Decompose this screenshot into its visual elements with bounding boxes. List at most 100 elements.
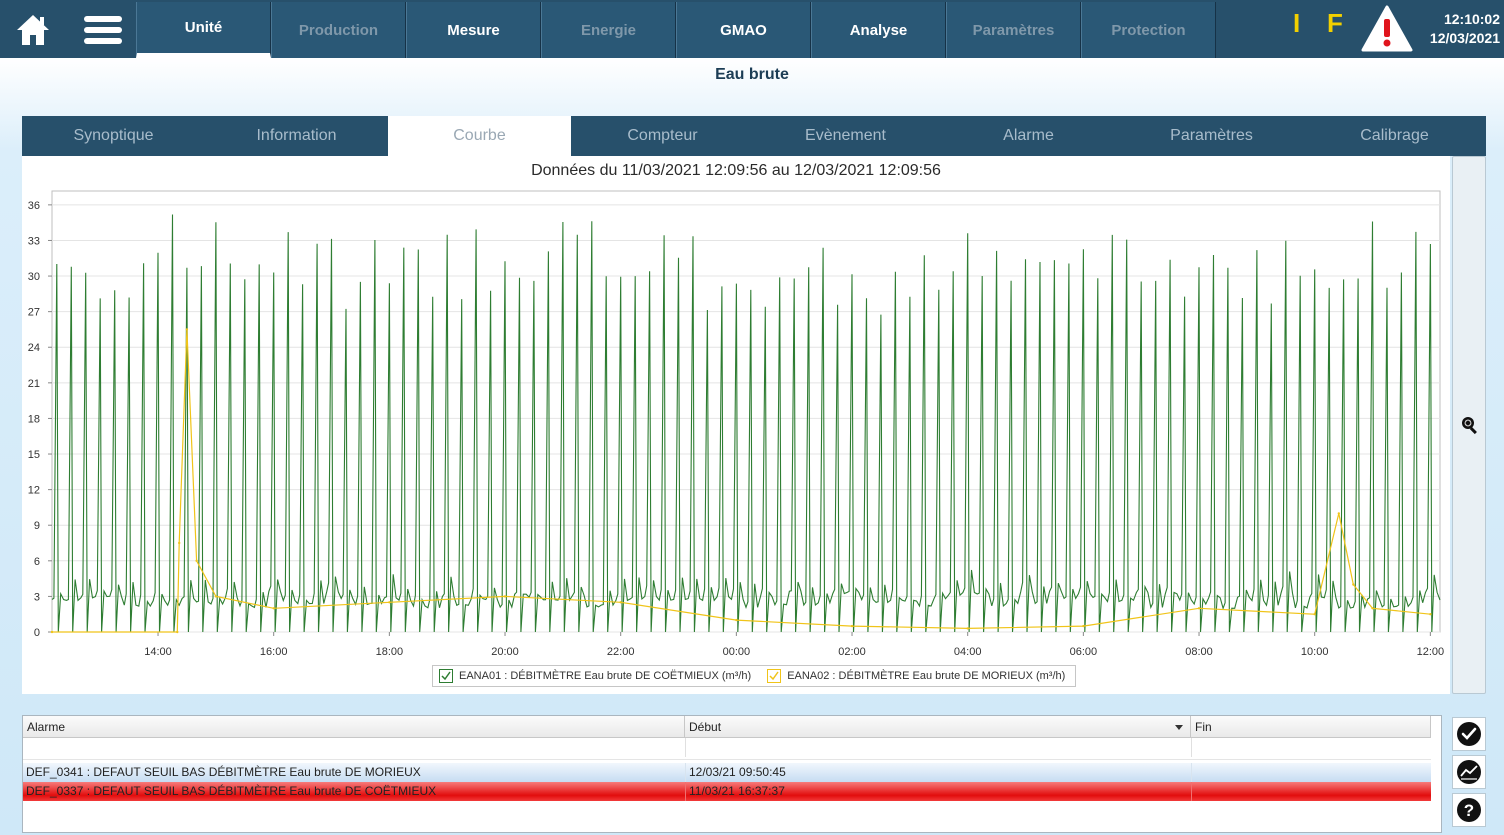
series-eana02-point (272, 607, 275, 610)
help-button[interactable]: ? (1452, 793, 1486, 827)
nav-mesure[interactable]: Mesure (406, 2, 541, 58)
debut-cell: 12/03/21 09:50:45 (685, 763, 1189, 782)
x-tick-label: 02:00 (838, 646, 866, 658)
series-eana02-point (388, 601, 391, 604)
series-eana02-point (50, 630, 54, 634)
column-header-debut-label: Début (689, 720, 722, 734)
alarm-cell: DEF_0341 : DEFAUT SEUIL BAS DÉBITMÈTRE E… (26, 765, 421, 779)
indicator-f: F (1327, 8, 1343, 38)
chart-legend: EANA01 : DÉBITMÈTRE Eau brute DE COËTMIE… (432, 665, 1077, 687)
y-tick-label: 0 (34, 627, 40, 639)
series-eana02-point (178, 541, 181, 545)
x-tick-label: 08:00 (1185, 646, 1213, 658)
menu-icon (84, 16, 122, 44)
help-icon: ? (1457, 798, 1481, 822)
x-tick-label: 06:00 (1070, 646, 1098, 658)
tab-information[interactable]: Information (205, 116, 388, 156)
x-tick-label: 18:00 (376, 646, 404, 658)
flow-chart: 036912151821242730333614:00 16:00 18:00 20:… (28, 190, 1444, 658)
legend-item-eana01[interactable]: EANA01 : DÉBITMÈTRE Eau brute DE COËTMIE… (433, 666, 761, 686)
chart-panel: 0 3 6 9 12 15 18 21 24 27 30 33 36 14:00 16:00 18:00 20:… (22, 156, 1450, 694)
tab-calibrage[interactable]: Calibrage (1303, 116, 1486, 156)
series-eana02-point (619, 601, 622, 604)
checkmark-icon (769, 671, 779, 681)
legend-checkbox-eana02[interactable] (767, 669, 782, 683)
y-tick-label: 33 (28, 235, 40, 247)
nav-protection[interactable]: Protection (1081, 2, 1216, 58)
y-tick-label: 30 (28, 271, 40, 283)
y-tick-label: 3 (34, 591, 40, 603)
legend-item-eana02[interactable]: EANA02 : DÉBITMÈTRE Eau brute DE MORIEUX… (761, 666, 1075, 686)
tab-bar: Synoptique Information Courbe Compteur Evène… (22, 116, 1486, 156)
debut-cell: 11/03/21 16:37:37 (685, 782, 1189, 801)
chart-side-panel (1452, 156, 1486, 694)
table-row[interactable]: DEF_0337 : DEFAUT SEUIL BAS DÉBITMÈTRE E… (23, 782, 1431, 801)
zoom-icon[interactable] (1460, 415, 1480, 435)
table-empty-row (23, 738, 1431, 760)
main-area: Eau brute Synoptique Information Courbe Com… (0, 58, 1504, 835)
tab-alarme[interactable]: Alarme (937, 116, 1120, 156)
x-tick-label: 16:00 (260, 646, 288, 658)
menu-button[interactable] (70, 2, 136, 58)
y-tick-label: 21 (28, 378, 40, 390)
table-row[interactable]: DEF_0341 : DEFAUT SEUIL BAS DÉBITMÈTRE E… (23, 763, 1431, 782)
x-tick-label: 10:00 (1301, 646, 1329, 658)
series-eana02-point (735, 618, 738, 622)
nav-gmao[interactable]: GMAO (676, 2, 811, 58)
nav-unite[interactable]: Unité (136, 2, 271, 58)
indicator-i: I (1293, 8, 1301, 38)
y-tick-label: 6 (34, 556, 40, 568)
y-tick-label: 24 (28, 342, 40, 354)
top-navigation-bar: Unité Production Mesure Energie GMAO Analyse P… (0, 0, 1504, 58)
tab-courbe[interactable]: Courbe (388, 116, 571, 156)
nav-energie[interactable]: Energie (541, 2, 676, 58)
tab-evenement[interactable]: Evènement (754, 116, 937, 156)
chart-icon (1457, 760, 1481, 784)
series-eana02-point (1082, 624, 1085, 628)
series-eana02-point (1337, 512, 1341, 515)
tab-parametres[interactable]: Paramètres (1120, 116, 1303, 156)
series-eana02-point (214, 595, 218, 598)
legend-label-eana01: EANA01 : DÉBITMÈTRE Eau brute DE COËTMIE… (459, 670, 752, 682)
table-divider (685, 738, 689, 757)
y-tick-label: 27 (28, 307, 40, 319)
y-tick-label: 36 (28, 200, 40, 212)
chart-title: Données du 11/03/2021 12:09:56 au 12/03/… (531, 162, 941, 179)
x-tick-label: 22:00 (607, 646, 635, 658)
tab-compteur[interactable]: Compteur (571, 116, 754, 156)
column-header-fin[interactable]: Fin (1191, 716, 1431, 738)
x-tick-label: 14:00 (144, 646, 172, 658)
x-tick-label: 20:00 (491, 646, 519, 658)
tab-synoptique[interactable]: Synoptique (22, 116, 205, 156)
series-eana02-point (176, 630, 179, 634)
y-tick-label: 9 (34, 520, 40, 532)
series-eana02-point (966, 627, 969, 630)
fin-cell (1191, 782, 1431, 801)
legend-label-eana02: EANA02 : DÉBITMÈTRE Eau brute DE MORIEUX… (787, 670, 1066, 682)
clock-time: 12:10:02 (1443, 11, 1500, 27)
y-tick-label: 12 (28, 485, 40, 497)
x-tick-label: 04:00 (954, 646, 982, 658)
nav-parametres[interactable]: Paramètres (946, 2, 1081, 58)
alert-triangle-icon[interactable] (1360, 4, 1414, 54)
column-header-debut[interactable]: Début (685, 716, 1191, 738)
acknowledge-button[interactable] (1452, 717, 1486, 751)
series-eana02-point (503, 595, 507, 598)
alarm-table: Alarme Début Fin DEF_0341 : DEFAUT SEUIL… (22, 715, 1442, 833)
series-eana02-point (1352, 583, 1355, 586)
sort-arrow-icon (1175, 725, 1183, 730)
series-eana02-point (1313, 613, 1316, 616)
home-icon (17, 15, 49, 45)
home-button[interactable] (0, 2, 66, 58)
nav-analyse[interactable]: Analyse (811, 2, 946, 58)
series-eana02-point (1197, 607, 1201, 610)
y-tick-label: 18 (28, 413, 40, 425)
series-eana02-point (185, 328, 189, 331)
legend-checkbox-eana01[interactable] (439, 669, 453, 683)
trend-button[interactable] (1452, 755, 1486, 789)
series-eana02-point (1371, 607, 1374, 610)
nav-production[interactable]: Production (271, 2, 406, 58)
column-header-alarme[interactable]: Alarme (23, 716, 685, 738)
series-eana02-point (850, 624, 854, 628)
svg-text:?: ? (1464, 801, 1474, 820)
